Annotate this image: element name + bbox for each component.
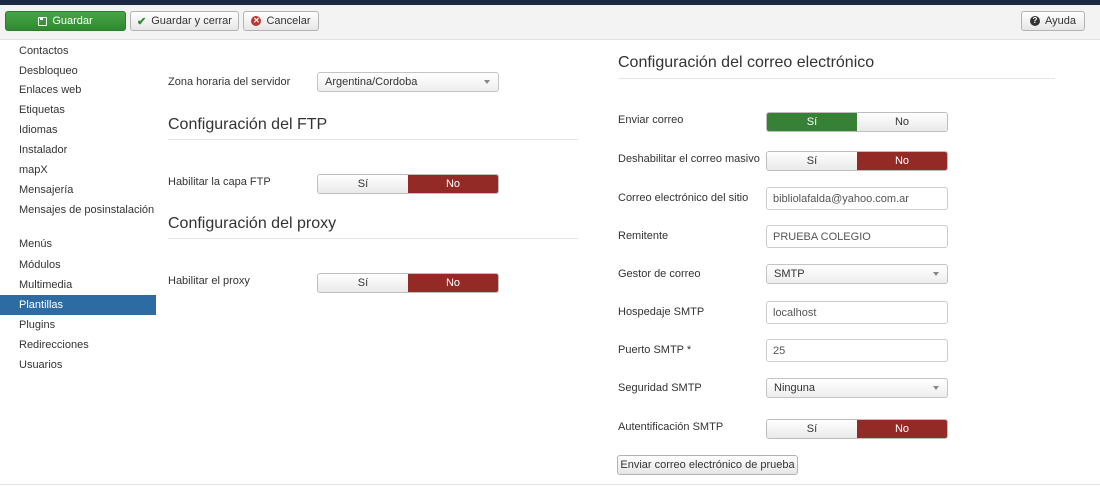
mass-mail-label: Deshabilitar el correo masivo <box>618 153 760 165</box>
help-button[interactable]: ? Ayuda <box>1021 11 1085 31</box>
bottom-divider <box>0 484 1100 485</box>
cancel-button-label: Cancelar <box>266 15 311 27</box>
sidebar-item-contactos[interactable]: Contactos <box>0 44 156 58</box>
timezone-select[interactable]: Argentina/Cordoba <box>317 72 499 92</box>
send-mail-toggle[interactable]: Sí No <box>766 112 948 132</box>
smtp-auth-yes-option[interactable]: Sí <box>767 420 857 438</box>
save-button[interactable]: Guardar <box>5 11 126 31</box>
ftp-no-option[interactable]: No <box>408 175 498 193</box>
mass-mail-yes-option[interactable]: Sí <box>767 152 857 170</box>
ftp-enable-label: Habilitar la capa FTP <box>168 176 271 188</box>
proxy-divider <box>168 238 578 239</box>
sidebar-item-idiomas[interactable]: Idiomas <box>0 123 156 137</box>
chevron-down-icon <box>933 272 939 276</box>
send-mail-no-option[interactable]: No <box>857 113 947 131</box>
smtp-port-input[interactable] <box>766 339 948 362</box>
chevron-down-icon <box>484 80 490 84</box>
sidebar-item-usuarios[interactable]: Usuarios <box>0 358 156 372</box>
mail-divider <box>618 78 1055 79</box>
sidebar-item-modulos[interactable]: Módulos <box>0 258 156 272</box>
toolbar: Guardar ✔ Guardar y cerrar ✕ Cancelar ? … <box>0 5 1100 40</box>
mailer-value: SMTP <box>774 268 805 280</box>
ftp-divider <box>168 139 578 140</box>
smtp-host-input[interactable] <box>766 301 948 324</box>
sidebar-item-mensajeria[interactable]: Mensajería <box>0 183 156 197</box>
ftp-section-title: Configuración del FTP <box>168 116 328 133</box>
send-test-email-button[interactable]: Enviar correo electrónico de prueba <box>617 455 798 475</box>
save-and-close-label: Guardar y cerrar <box>151 15 232 27</box>
proxy-enable-label: Habilitar el proxy <box>168 275 250 287</box>
proxy-yes-option[interactable]: Sí <box>318 274 408 292</box>
mass-mail-no-option[interactable]: No <box>857 152 947 170</box>
sidebar-item-redirecciones[interactable]: Redirecciones <box>0 338 156 352</box>
smtp-auth-toggle[interactable]: Sí No <box>766 419 948 439</box>
sender-input[interactable] <box>766 225 948 248</box>
sidebar-item-mensajes-posinstalacion[interactable]: Mensajes de posinstalación <box>0 203 156 218</box>
sidebar-item-desbloqueo[interactable]: Desbloqueo <box>0 64 156 78</box>
help-icon: ? <box>1030 16 1040 26</box>
cancel-icon: ✕ <box>251 16 262 26</box>
sidebar-item-mapx[interactable]: mapX <box>0 163 156 177</box>
save-and-close-button[interactable]: ✔ Guardar y cerrar <box>130 11 239 31</box>
save-icon <box>38 16 48 26</box>
send-mail-label: Enviar correo <box>618 114 684 126</box>
ftp-toggle[interactable]: Sí No <box>317 174 499 194</box>
smtp-auth-label: Autentificación SMTP <box>618 421 724 433</box>
mailer-label: Gestor de correo <box>618 268 701 280</box>
smtp-auth-no-option[interactable]: No <box>857 420 947 438</box>
sidebar-item-menus[interactable]: Menús <box>0 237 156 251</box>
timezone-value: Argentina/Cordoba <box>325 76 418 88</box>
mass-mail-toggle[interactable]: Sí No <box>766 151 948 171</box>
sender-label: Remitente <box>618 230 669 242</box>
sidebar-item-multimedia[interactable]: Multimedia <box>0 278 156 292</box>
sidebar-item-plantillas[interactable]: Plantillas <box>0 295 156 315</box>
send-mail-yes-option[interactable]: Sí <box>767 113 857 131</box>
save-button-label: Guardar <box>52 15 93 27</box>
help-button-label: Ayuda <box>1045 15 1076 27</box>
proxy-no-option[interactable]: No <box>408 274 498 292</box>
smtp-security-value: Ninguna <box>774 382 815 394</box>
check-icon: ✔ <box>137 15 147 28</box>
sidebar-item-enlaces-web[interactable]: Enlaces web <box>0 83 156 97</box>
sidebar-item-etiquetas[interactable]: Etiquetas <box>0 103 156 117</box>
chevron-down-icon <box>933 386 939 390</box>
mailer-select[interactable]: SMTP <box>766 264 948 284</box>
proxy-section-title: Configuración del proxy <box>168 215 337 232</box>
sidebar-item-instalador[interactable]: Instalador <box>0 143 156 157</box>
smtp-security-label: Seguridad SMTP <box>618 382 702 394</box>
site-email-input[interactable] <box>766 187 948 210</box>
mail-section-title: Configuración del correo electrónico <box>618 54 875 71</box>
timezone-label: Zona horaria del servidor <box>168 76 291 88</box>
site-email-label: Correo electrónico del sitio <box>618 192 749 204</box>
smtp-host-label: Hospedaje SMTP <box>618 306 705 318</box>
smtp-security-select[interactable]: Ninguna <box>766 378 948 398</box>
sidebar-item-plugins[interactable]: Plugins <box>0 318 156 332</box>
cancel-button[interactable]: ✕ Cancelar <box>243 11 319 31</box>
ftp-yes-option[interactable]: Sí <box>318 175 408 193</box>
smtp-port-label: Puerto SMTP * <box>618 344 692 356</box>
proxy-toggle[interactable]: Sí No <box>317 273 499 293</box>
